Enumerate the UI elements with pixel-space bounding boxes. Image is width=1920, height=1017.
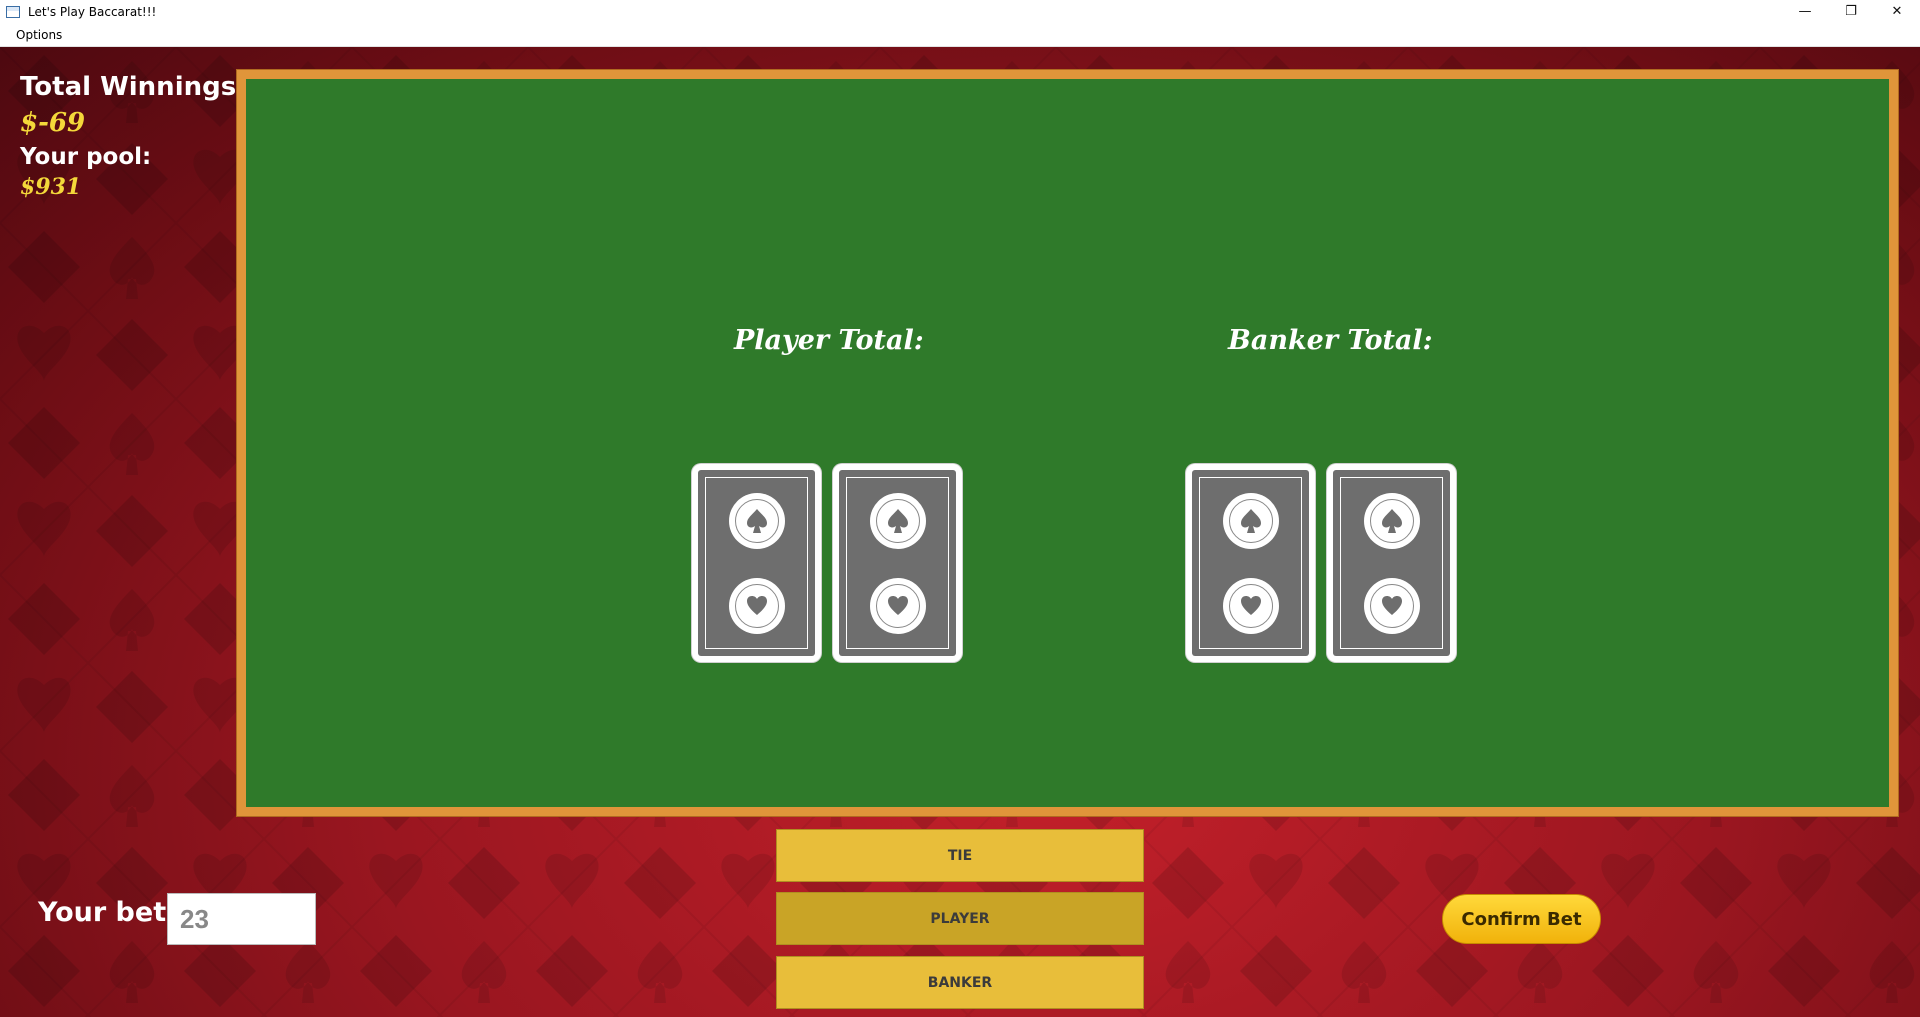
card-back-design	[1333, 470, 1450, 656]
card-back-design	[1192, 470, 1309, 656]
total-winnings-label: Total Winnings:	[20, 72, 247, 102]
app-icon	[6, 6, 20, 18]
spade-seal-icon	[728, 492, 785, 549]
spade-seal-icon	[1222, 492, 1279, 549]
confirm-bet-button[interactable]: Confirm Bet	[1442, 894, 1601, 944]
title-bar: Let's Play Baccarat!!! — ❐ ✕	[0, 0, 1920, 24]
pool-value: $931	[20, 174, 82, 200]
menu-options[interactable]: Options	[16, 28, 62, 42]
spade-seal-icon	[1363, 492, 1420, 549]
banker-card-back	[1186, 464, 1315, 662]
player-card-back	[692, 464, 821, 662]
pool-label: Your pool:	[20, 144, 152, 170]
window-controls: — ❐ ✕	[1782, 0, 1920, 24]
card-back-frame	[705, 477, 808, 649]
stats-panel: Total Winnings: $-69 Your pool: $931	[20, 72, 247, 200]
tie-button[interactable]: TIE	[776, 829, 1144, 882]
window-title: Let's Play Baccarat!!!	[28, 5, 157, 19]
player-button[interactable]: PLAYER	[776, 892, 1144, 945]
game-table: Player Total: Banker Total:	[236, 69, 1899, 817]
card-back-design	[698, 470, 815, 656]
heart-seal-icon	[1363, 577, 1420, 634]
player-total-label: Player Total:	[734, 325, 924, 356]
restore-button[interactable]: ❐	[1828, 0, 1874, 22]
card-back-frame	[846, 477, 949, 649]
heart-seal-icon	[728, 577, 785, 634]
table-felt: Player Total: Banker Total:	[246, 79, 1889, 807]
minimize-button[interactable]: —	[1782, 0, 1828, 22]
card-back-frame	[1199, 477, 1302, 649]
close-button[interactable]: ✕	[1874, 0, 1920, 22]
menu-bar: Options	[0, 24, 1920, 47]
heart-seal-icon	[1222, 577, 1279, 634]
banker-total-label: Banker Total:	[1228, 325, 1433, 356]
bet-input-value: 23	[180, 904, 209, 934]
spade-seal-icon	[869, 492, 926, 549]
total-winnings-value: $-69	[20, 108, 86, 138]
card-back-frame	[1340, 477, 1443, 649]
bet-input[interactable]: 23	[167, 893, 316, 945]
card-back-design	[839, 470, 956, 656]
heart-seal-icon	[869, 577, 926, 634]
bet-label: Your bet:	[38, 897, 177, 928]
player-card-back	[833, 464, 962, 662]
banker-button[interactable]: BANKER	[776, 956, 1144, 1009]
banker-card-back	[1327, 464, 1456, 662]
